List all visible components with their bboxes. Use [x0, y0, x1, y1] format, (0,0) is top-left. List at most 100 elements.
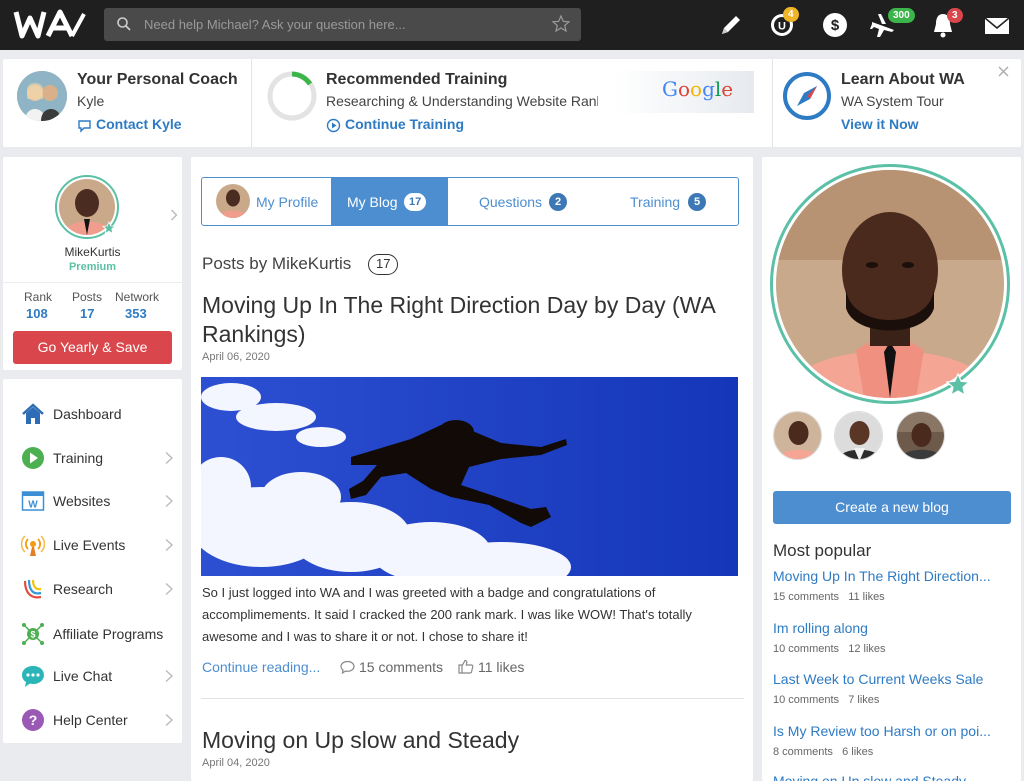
rank-value[interactable]: 108: [26, 306, 48, 321]
nav-item-affiliate-programs[interactable]: $ Affiliate Programs: [3, 614, 182, 654]
nav-item-help-center[interactable]: ? Help Center: [3, 700, 182, 740]
rank-label: Rank: [24, 290, 53, 304]
tab-label: Questions: [479, 194, 543, 210]
most-popular-heading: Most popular: [773, 541, 872, 560]
nav-item-dashboard[interactable]: Dashboard: [3, 394, 182, 434]
affiliate-icon: $: [22, 623, 44, 645]
envelope-icon[interactable]: [982, 10, 1012, 40]
continue-reading-link[interactable]: Continue reading...: [202, 659, 320, 675]
view-tour-link[interactable]: View it Now: [841, 116, 919, 132]
tab-label: My Profile: [256, 194, 319, 210]
popular-post-link[interactable]: Moving on Up slow and Steady: [773, 773, 966, 781]
recommended-training-section: Recommended Training Researching & Under…: [252, 59, 772, 147]
play-icon: [22, 447, 44, 469]
nav-label: Live Chat: [53, 668, 113, 684]
post-image[interactable]: [201, 377, 738, 576]
chevron-right-icon: [165, 538, 174, 552]
continue-training-link[interactable]: Continue Training: [345, 116, 464, 132]
pencil-icon[interactable]: [716, 10, 746, 40]
coach-avatar: [17, 71, 67, 121]
nav-label: Affiliate Programs: [53, 626, 164, 642]
research-icon: [23, 579, 42, 599]
training-thumbnail[interactable]: Google: [614, 71, 754, 113]
tab-my-profile[interactable]: My Profile: [202, 178, 331, 225]
go-yearly-button[interactable]: Go Yearly & Save: [13, 331, 172, 364]
nav-item-live-events[interactable]: Live Events: [3, 525, 182, 565]
play-circle-icon: [326, 118, 341, 133]
rank-badge: 4: [783, 7, 799, 22]
divider: [3, 282, 182, 283]
google-logo: Google: [662, 77, 734, 101]
create-blog-button[interactable]: Create a new blog: [773, 491, 1011, 524]
training-subtitle: Researching & Understanding Website Rank: [326, 93, 598, 109]
chevron-right-icon[interactable]: [170, 209, 178, 221]
popular-comments: 10 comments: [773, 694, 840, 706]
popular-likes: 7 likes: [848, 694, 880, 706]
photo-thumbnail[interactable]: [896, 411, 945, 460]
close-icon[interactable]: [998, 66, 1009, 77]
nav-label: Help Center: [53, 712, 128, 728]
website-icon: W: [21, 491, 45, 511]
progress-ring: [267, 71, 317, 121]
svg-text:?: ?: [29, 712, 38, 728]
popular-post-link[interactable]: Is My Review too Harsh or on poi...: [773, 723, 991, 739]
nav-label: Research: [53, 581, 113, 597]
personal-coach-section: Your Personal Coach Kyle Contact Kyle: [3, 59, 251, 147]
post-comments-count[interactable]: 15 comments: [359, 659, 443, 675]
nav-label: Websites: [53, 493, 111, 509]
nav-label: Dashboard: [53, 406, 122, 422]
star-icon[interactable]: [551, 14, 571, 34]
popular-post-link[interactable]: Moving Up In The Right Direction...: [773, 568, 991, 584]
post-date: April 06, 2020: [202, 351, 270, 363]
dollar-icon[interactable]: $: [820, 10, 850, 40]
tab-training[interactable]: Training 5: [594, 178, 738, 225]
chat-icon: [22, 666, 44, 687]
post-title[interactable]: Moving on Up slow and Steady: [202, 726, 742, 755]
tab-my-blog[interactable]: My Blog 17: [331, 178, 448, 225]
coach-name: Kyle: [77, 93, 105, 109]
post-date: April 04, 2020: [202, 757, 270, 769]
help-icon: ?: [22, 709, 44, 731]
popular-comments: 10 comments: [773, 643, 840, 655]
popular-post-stats: 8 comments 6 likes: [773, 746, 873, 758]
svg-text:U: U: [778, 21, 786, 33]
network-value[interactable]: 353: [125, 306, 147, 321]
nav-item-training[interactable]: Training: [3, 438, 182, 478]
popular-post-link[interactable]: Im rolling along: [773, 620, 868, 636]
premium-star-icon: [102, 221, 116, 235]
jumping-man-photo: [201, 377, 738, 576]
contact-coach-link[interactable]: Contact Kyle: [96, 116, 182, 132]
wa-logo[interactable]: [12, 8, 88, 42]
tab-questions[interactable]: Questions 2: [448, 178, 594, 225]
coach-bar: Your Personal Coach Kyle Contact Kyle Re…: [3, 59, 1021, 147]
posts-label: Posts: [72, 290, 103, 304]
post-likes-count[interactable]: 11 likes: [478, 659, 524, 675]
search-icon: [117, 17, 131, 31]
top-navigation-bar: U 4 $ 300 3: [0, 0, 1024, 50]
popular-post-stats: 10 comments 7 likes: [773, 694, 879, 706]
tab-avatar: [216, 184, 250, 218]
svg-text:W: W: [28, 500, 38, 511]
tab-label: My Blog: [347, 194, 398, 210]
photo-thumbnail[interactable]: [834, 411, 883, 460]
popular-likes: 12 likes: [848, 643, 886, 655]
photo-thumbnail[interactable]: [773, 411, 822, 460]
chat-bubble-icon: [78, 120, 91, 133]
profile-username[interactable]: MikeKurtis: [3, 245, 182, 259]
popular-post-stats: 10 comments 12 likes: [773, 643, 886, 655]
thumbs-up-icon[interactable]: [458, 659, 474, 674]
large-profile-photo[interactable]: [770, 164, 1010, 404]
search-input[interactable]: [144, 8, 544, 41]
premium-star-icon: [945, 372, 971, 397]
post-title[interactable]: Moving Up In The Right Direction Day by …: [202, 291, 742, 349]
nav-item-research[interactable]: Research: [3, 569, 182, 609]
popular-post-link[interactable]: Last Week to Current Weeks Sale: [773, 671, 983, 687]
search-bar: [104, 8, 581, 41]
comment-icon: [340, 660, 355, 674]
nav-label: Live Events: [53, 537, 126, 553]
posts-value[interactable]: 17: [80, 306, 94, 321]
popular-likes: 6 likes: [842, 746, 874, 758]
nav-item-live-chat[interactable]: Live Chat: [3, 656, 182, 696]
posts-count-badge: 17: [368, 254, 399, 275]
nav-item-websites[interactable]: W Websites: [3, 481, 182, 521]
